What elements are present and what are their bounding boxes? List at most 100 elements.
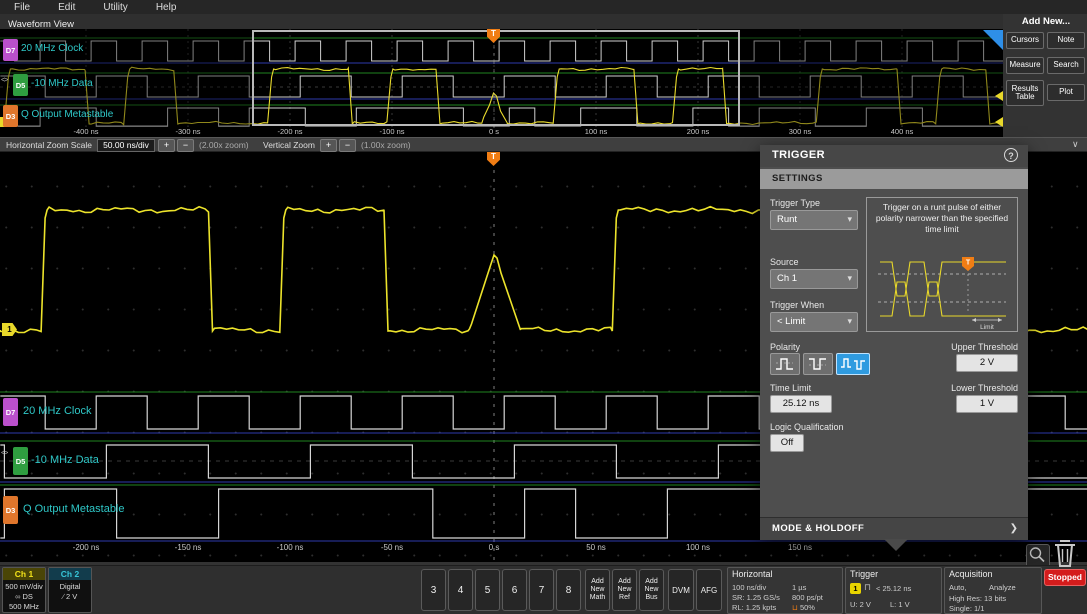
glasses-icon: ∞ [15,592,21,601]
polarity-either-button[interactable] [836,353,870,375]
polarity-negative-button[interactable] [803,353,833,375]
trigger-type-dropdown[interactable]: Runt ▾ [770,210,858,230]
channel-label-data: -10 MHz Data [31,454,99,466]
menu-utility[interactable]: Utility [89,2,141,13]
either-runt-icon [841,358,865,370]
channel-5-button[interactable]: 5 [475,569,500,611]
upper-threshold-value[interactable]: 2 V [956,354,1018,372]
horizontal-zoom-scale-label: Horizontal Zoom Scale [6,140,92,150]
channel-level-marker-icon [995,117,1003,127]
digital-channel-chip-d5[interactable]: D5 [13,447,28,475]
digital-channel-chip-d7[interactable]: D7 [3,398,18,426]
lower-threshold-label: Lower Threshold [951,383,1018,393]
ch2-threshold-row: ∕ 2 V [62,592,78,601]
dvm-button[interactable]: DVM [668,569,694,611]
settings-bar: Ch 1 500 mV/div ∞ DS 500 MHz Ch 2 Digita… [0,565,1087,614]
trigger-status-panel[interactable]: Trigger 1 ⊓ < 25.12 ns U: 2 V L: 1 V [845,567,942,614]
channel-4-button[interactable]: 4 [448,569,473,611]
channel-label-q: Q Output Metastable [21,109,114,120]
positive-runt-icon [776,358,793,370]
channel-3-button[interactable]: 3 [421,569,446,611]
trigger-source-badge: 1 [850,583,861,594]
h-zoom-plus-button[interactable]: + [158,139,175,152]
time-label: 400 ns [890,127,914,136]
digital-channel-chip-d3[interactable]: D3 [3,496,18,524]
source-dropdown[interactable]: Ch 1 ▾ [770,269,858,289]
cursors-button[interactable]: Cursors [1006,32,1044,49]
trigger-panel-title: TRIGGER [772,149,825,161]
search-button[interactable]: Search [1047,57,1085,74]
time-label: 200 ns [686,127,710,136]
ch2-badge[interactable]: Ch 2 Digital ∕ 2 V [48,567,92,613]
ch1-name: Ch 1 [3,568,45,580]
add-new-ref-button[interactable]: Add New Ref [612,569,637,611]
channel-6-button[interactable]: 6 [502,569,527,611]
digital-channel-chip-d3[interactable]: D3 [3,105,18,127]
chevron-down-icon: ▾ [847,316,852,326]
oscilloscope-screen: File Edit Utility Help Waveform View T D… [0,0,1087,614]
note-button[interactable]: Note [1047,32,1085,49]
acquisition-panel[interactable]: Acquisition Auto, Analyze High Res: 13 b… [944,567,1042,614]
add-new-math-button[interactable]: Add New Math [585,569,610,611]
mode-holdoff-label: MODE & HOLDOFF [772,523,865,534]
plot-button[interactable]: Plot [1047,84,1085,101]
add-new-panel: Add New... Cursors Note Measure Search R… [1005,14,1087,138]
main-time-axis: -200 ns -150 ns -100 ns -50 ns 0 s 50 ns… [0,543,1087,555]
upper-threshold-label: Upper Threshold [951,342,1018,352]
time-label: -200 ns [277,127,303,136]
time-label: 100 ns [584,127,608,136]
digital-channel-chip-d7[interactable]: D7 [3,39,18,61]
menu-edit[interactable]: Edit [44,2,89,13]
h-zoom-minus-button[interactable]: − [177,139,194,152]
drag-handle-icon[interactable]: <> [1,450,8,457]
time-label: 150 ns [787,543,813,552]
v-zoom-plus-button[interactable]: + [320,139,337,152]
menu-help[interactable]: Help [142,2,191,13]
add-new-bus-button[interactable]: Add New Bus [639,569,664,611]
lower-threshold-value[interactable]: 1 V [956,395,1018,413]
ch1-bandwidth: 500 MHz [8,602,39,611]
time-label: -50 ns [380,543,404,552]
trash-button[interactable] [1051,538,1079,575]
results-table-button[interactable]: Results Table [1006,80,1044,106]
help-icon[interactable]: ? [1004,148,1018,162]
channel-label-clock: 20 MHz Clock [21,43,84,54]
digital-channel-chip-d5[interactable]: D5 [13,74,28,96]
time-label: 0 s [488,127,500,136]
chevron-down-icon: ▾ [847,273,852,283]
polarity-positive-button[interactable] [770,353,800,375]
zoom-window[interactable] [252,30,740,126]
diagram-limit-label: Limit [980,324,994,330]
polarity-label: Polarity [770,342,801,352]
trigger-when-dropdown[interactable]: < Limit ▾ [770,312,858,332]
logic-qualification-toggle[interactable]: Off [770,434,804,452]
time-label: 300 ns [788,127,812,136]
measure-button[interactable]: Measure [1006,57,1044,74]
mode-holdoff-section[interactable]: MODE & HOLDOFF ❯ [760,517,1028,540]
menu-file[interactable]: File [0,2,44,13]
ch2-mode: Digital [59,582,81,591]
time-label: 100 ns [685,543,711,552]
v-zoom-minus-button[interactable]: − [339,139,356,152]
time-limit-value[interactable]: 25.12 ns [770,395,832,413]
trigger-type-value: Runt [777,214,798,225]
logic-qualification-label: Logic Qualification [770,422,844,432]
h-zoom-factor: (2.00x zoom) [199,140,249,150]
trigger-level-wedge-icon[interactable] [983,30,1003,50]
chevron-right-icon: ❯ [1009,523,1018,534]
position-marker-icon: ⊔ [792,603,798,612]
channel-8-button[interactable]: 8 [556,569,581,611]
channel-label-data: -10 MHz Data [31,78,93,89]
channel-level-marker-icon [995,91,1003,101]
horizontal-zoom-scale-value[interactable]: 50.00 ns/div [97,139,155,152]
magnifier-icon [1029,547,1045,563]
collapse-chevron-icon[interactable]: ∨ [1072,139,1079,150]
time-label: 50 ns [586,543,606,552]
horizontal-title: Horizontal [732,569,773,579]
channel-7-button[interactable]: 7 [529,569,554,611]
ch1-badge[interactable]: Ch 1 500 mV/div ∞ DS 500 MHz [2,567,46,613]
source-label: Source [770,257,799,267]
afg-button[interactable]: AFG [696,569,722,611]
drag-handle-icon[interactable]: <> [1,77,8,84]
horizontal-settings-panel[interactable]: Horizontal 100 ns/div 1 µs SR: 1.25 GS/s… [727,567,843,614]
